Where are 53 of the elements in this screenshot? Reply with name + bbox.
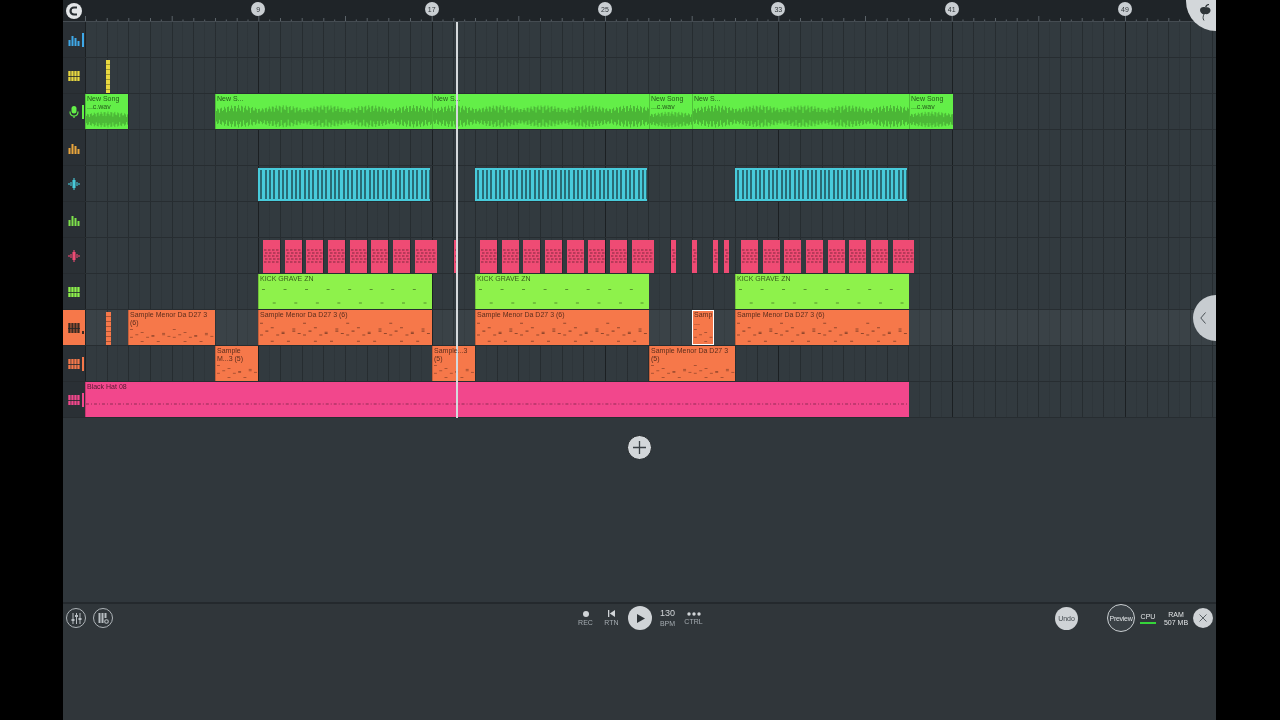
audio-clip[interactable]: [284, 240, 302, 273]
audio-clip[interactable]: [349, 240, 367, 273]
audio-clip[interactable]: [523, 240, 541, 273]
close-button[interactable]: [1193, 608, 1213, 628]
play-icon: [636, 613, 645, 623]
plus-icon: [633, 441, 646, 454]
pattern-clip[interactable]: [258, 168, 430, 201]
notes-drawing: [433, 362, 475, 381]
audio-clip[interactable]: [328, 240, 345, 273]
audio-clip[interactable]: [713, 240, 718, 273]
notes-drawing: [216, 362, 258, 381]
pattern-clip[interactable]: [475, 168, 647, 201]
audio-clip[interactable]: [741, 240, 758, 273]
audio-clip[interactable]: [610, 240, 627, 273]
notes-drawing: [693, 326, 714, 345]
audio-clip[interactable]: [871, 240, 888, 273]
audio-clip[interactable]: [263, 240, 280, 273]
audio-clip[interactable]: [892, 240, 914, 273]
bars-gear-icon: [97, 612, 109, 624]
audio-clip[interactable]: [371, 240, 389, 273]
dots-icon: [686, 611, 701, 616]
audio-clip[interactable]: [784, 240, 802, 273]
audio-clip[interactable]: [545, 240, 562, 273]
audio-clip[interactable]: [306, 240, 324, 273]
pattern-clip[interactable]: [735, 168, 907, 201]
sliders-icon: [70, 612, 82, 624]
audio-clip[interactable]: [762, 240, 780, 273]
record-dot-icon: [582, 610, 589, 617]
chevron-left-icon: [1200, 312, 1206, 324]
audio-clip[interactable]: [588, 240, 606, 273]
fruit-icon: [1198, 4, 1212, 21]
pattern-clip[interactable]: [106, 60, 110, 93]
audio-clip[interactable]: [393, 240, 410, 273]
audio-clip[interactable]: [724, 240, 729, 273]
add-track-button[interactable]: [627, 435, 652, 460]
audio-clip[interactable]: [501, 240, 519, 273]
audio-clip[interactable]: [631, 240, 654, 273]
waveform-drawing: [86, 110, 128, 129]
play-button[interactable]: [627, 606, 652, 630]
audio-clip[interactable]: [566, 240, 584, 273]
audio-clip[interactable]: [414, 240, 437, 273]
audio-clip[interactable]: [806, 240, 823, 273]
magnet-button[interactable]: [66, 2, 82, 19]
audio-clip[interactable]: [827, 240, 845, 273]
audio-clip[interactable]: [692, 240, 697, 273]
audio-clip[interactable]: [480, 240, 497, 273]
close-icon: [1199, 614, 1207, 622]
audio-clip[interactable]: [849, 240, 867, 273]
pattern-clip[interactable]: [106, 312, 111, 345]
skip-back-icon: [608, 610, 615, 617]
audio-clip[interactable]: [671, 240, 676, 273]
magnet-icon: [69, 5, 79, 16]
piano-keys-icon: [68, 321, 80, 334]
